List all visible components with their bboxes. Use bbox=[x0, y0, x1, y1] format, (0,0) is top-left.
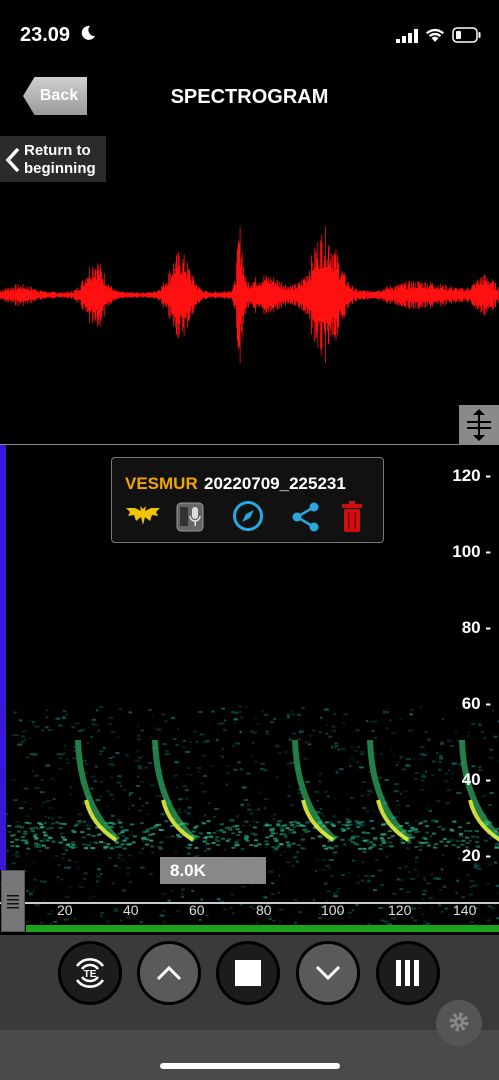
moon-icon bbox=[81, 25, 95, 40]
time-axis-line bbox=[0, 902, 499, 904]
time-tick-label: 20 bbox=[57, 902, 73, 918]
battery-icon bbox=[452, 27, 481, 43]
recorder-icon[interactable] bbox=[176, 502, 204, 532]
home-indicator bbox=[160, 1063, 340, 1069]
chevron-down-icon bbox=[315, 965, 341, 981]
time-scrubber-bar[interactable] bbox=[26, 925, 499, 932]
settings-button[interactable] bbox=[436, 1000, 482, 1046]
time-tick-label: 120 bbox=[388, 902, 412, 918]
playhead-marker[interactable] bbox=[0, 445, 6, 870]
frequency-tick-label: 60 - bbox=[461, 694, 491, 713]
time-tick-label: 60 bbox=[189, 902, 205, 918]
page-title: SPECTROGRAM bbox=[170, 86, 329, 108]
drag-grip-icon bbox=[7, 895, 19, 909]
chevron-up-icon bbox=[156, 965, 182, 981]
cellular-signal-icon bbox=[396, 29, 418, 43]
stop-button[interactable] bbox=[216, 941, 280, 1005]
share-icon[interactable] bbox=[291, 502, 321, 532]
chevron-left-icon bbox=[5, 147, 20, 173]
time-tick-label: 140 bbox=[453, 902, 477, 918]
pause-bars-button[interactable] bbox=[376, 941, 440, 1005]
bat-icon[interactable] bbox=[124, 504, 162, 528]
time-tick-label: 100 bbox=[321, 902, 345, 918]
stop-icon bbox=[235, 960, 261, 986]
status-time: 23.09 bbox=[20, 24, 71, 46]
te-mode-button[interactable]: TE bbox=[58, 941, 122, 1005]
frequency-readout: 8.0K bbox=[160, 857, 266, 884]
resize-handle[interactable] bbox=[459, 405, 499, 445]
scroll-down-button[interactable] bbox=[296, 941, 360, 1005]
frequency-tick-label: 80 - bbox=[461, 618, 491, 637]
resize-icon bbox=[467, 409, 491, 441]
te-signal-icon: TE bbox=[75, 958, 105, 988]
gear-icon bbox=[449, 1012, 469, 1032]
bars-icon bbox=[396, 960, 419, 986]
time-tick-label: 80 bbox=[256, 902, 272, 918]
species-code[interactable]: VESMUR bbox=[125, 474, 198, 494]
wifi-icon bbox=[426, 28, 444, 42]
recording-name: 20220709_225231 bbox=[204, 474, 346, 493]
trash-icon[interactable] bbox=[341, 501, 363, 533]
side-drag-handle[interactable] bbox=[1, 870, 25, 932]
compass-icon[interactable] bbox=[232, 500, 264, 532]
waveform-trace bbox=[0, 226, 499, 364]
te-label: TE bbox=[84, 969, 97, 980]
time-tick-label: 40 bbox=[123, 902, 139, 918]
frequency-tick-label: 20 - bbox=[461, 846, 491, 865]
toolbar-footer bbox=[0, 1030, 499, 1080]
scroll-up-button[interactable] bbox=[137, 941, 201, 1005]
return-to-beginning-label: Return to beginning bbox=[24, 142, 96, 177]
frequency-tick-label: 100 - bbox=[452, 542, 491, 561]
frequency-tick-label: 40 - bbox=[461, 770, 491, 789]
waveform[interactable] bbox=[0, 190, 499, 400]
frequency-tick-label: 120 - bbox=[452, 466, 491, 485]
